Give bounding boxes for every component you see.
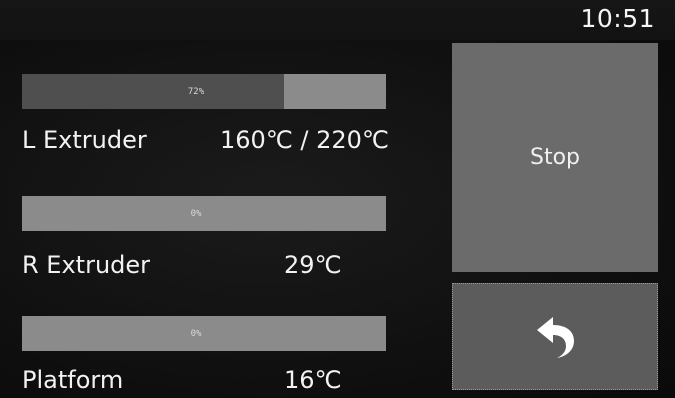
back-arrow-icon (537, 316, 574, 358)
r-extruder-progress-bar: 0% (22, 196, 386, 231)
r-extruder-progress-text: 0% (190, 208, 202, 219)
l-extruder-progress-text: 72% (187, 86, 205, 97)
platform-label: Platform (22, 366, 124, 394)
stop-button-label: Stop (529, 145, 580, 170)
l-extruder-progress-bar: 72% (22, 74, 386, 109)
platform-progress-bar: 0% (22, 316, 386, 351)
stop-button[interactable]: Stop (452, 43, 658, 272)
l-extruder-temperature: 160℃ / 220℃ (220, 126, 389, 154)
status-bar: 10:51 (0, 0, 675, 40)
platform-progress-text: 0% (190, 328, 202, 339)
r-extruder-label: R Extruder (22, 251, 151, 279)
r-extruder-temperature: 29℃ (284, 251, 342, 279)
printer-status-screen: 10:51 72% L Extruder 160℃ / 220℃ 0% R Ex… (0, 0, 675, 398)
platform-temperature: 16℃ (284, 366, 342, 394)
l-extruder-label: L Extruder (22, 126, 147, 154)
clock: 10:51 (580, 4, 655, 33)
back-button[interactable] (452, 283, 658, 390)
